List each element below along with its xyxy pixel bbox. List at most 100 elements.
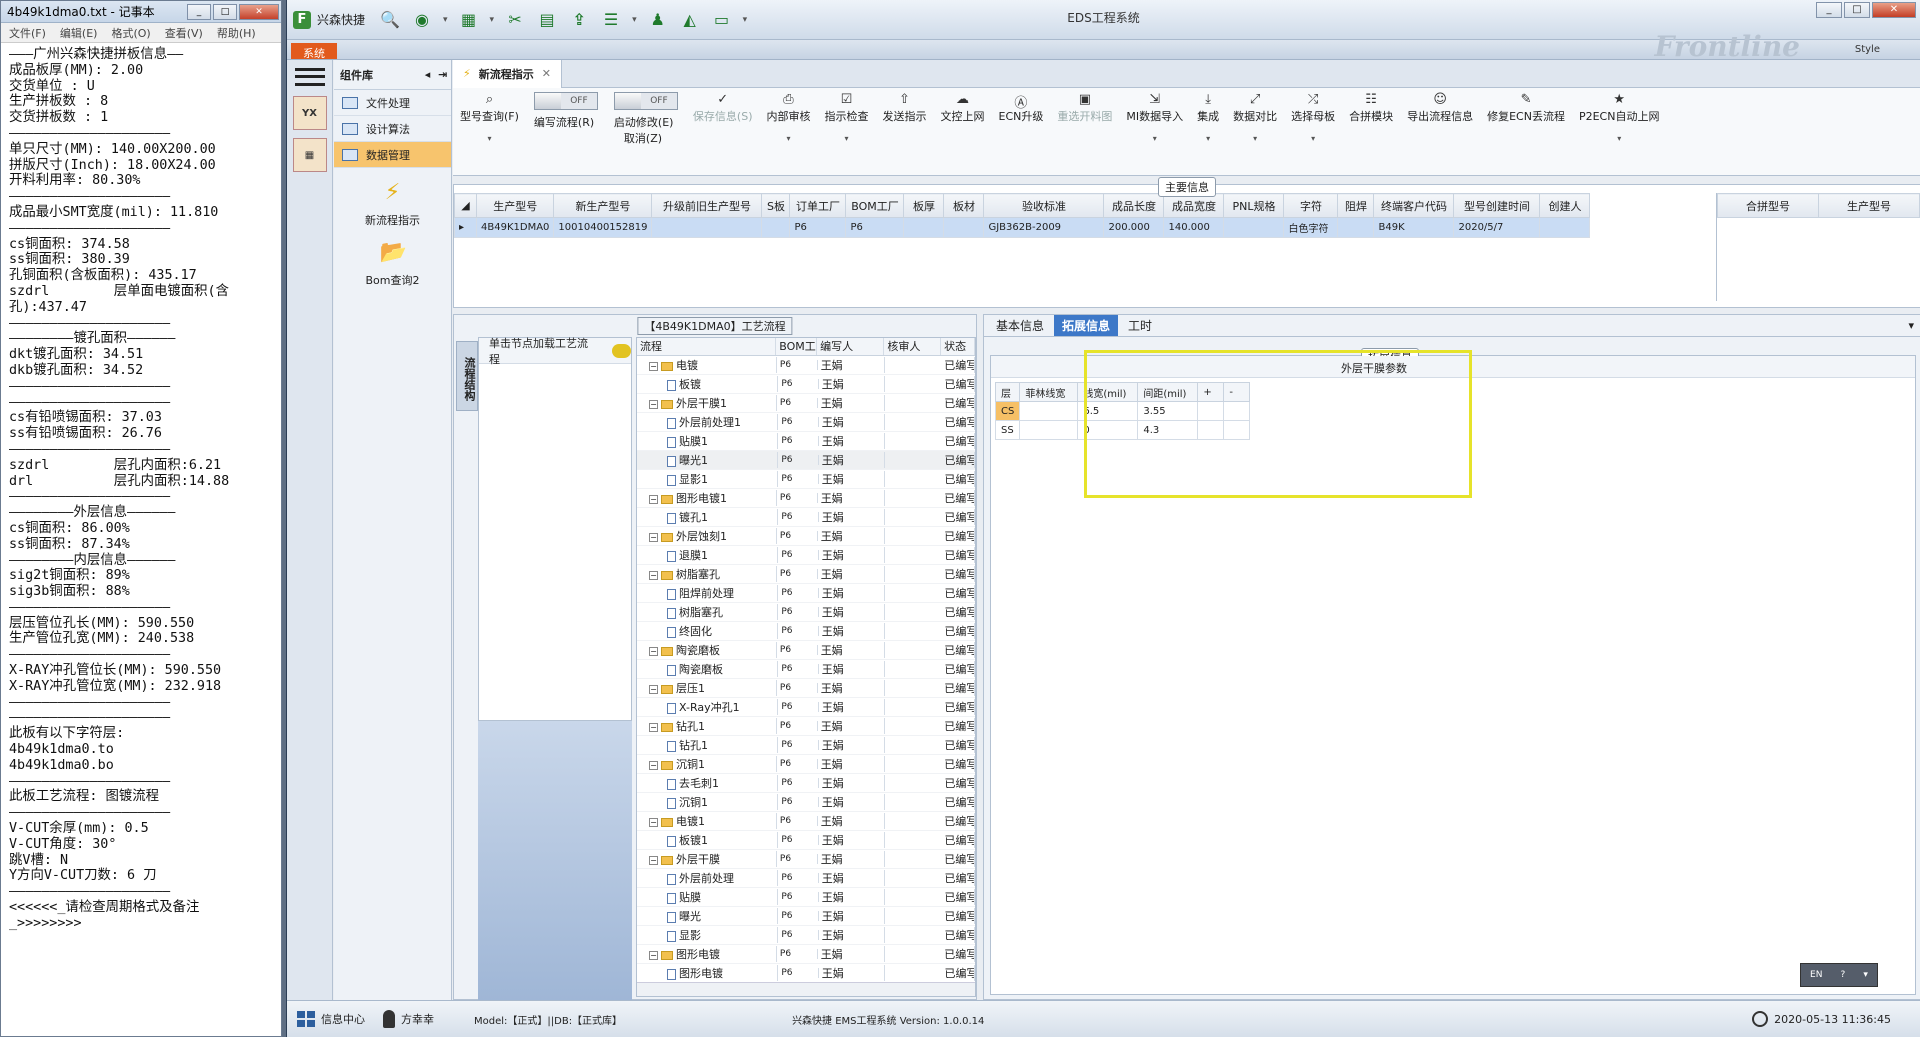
component-file[interactable]: 文件处理 (334, 90, 451, 116)
tree-node[interactable]: 贴膜 (637, 889, 779, 905)
close-button[interactable]: ✕ (1872, 2, 1916, 18)
tab-new-process[interactable]: ⚡ 新流程指示 ✕ (453, 59, 562, 88)
tree-row[interactable]: 曝光1 P6 王娟 已编写 (637, 451, 975, 470)
tree-node[interactable]: 树脂塞孔 (637, 604, 779, 620)
save-info-button[interactable]: ✓ 保存信息(S) (686, 92, 760, 124)
tab-system[interactable]: 系统 (291, 43, 337, 60)
cell[interactable]: 200.000 (1103, 217, 1165, 238)
close-tab-icon[interactable]: ✕ (542, 67, 551, 80)
collapse-icon[interactable]: − (649, 399, 658, 409)
tree-node[interactable]: − 外层干膜1 (637, 395, 777, 411)
component-design[interactable]: 设计算法 (334, 116, 451, 142)
cell[interactable]: 白色字符 (1283, 217, 1339, 238)
col-header[interactable]: 板材 (943, 193, 985, 218)
cell[interactable]: 140.000 (1163, 217, 1225, 238)
cell[interactable]: 2020/5/7 (1453, 217, 1541, 238)
collapse-icon[interactable]: − (649, 570, 658, 580)
collapse-icon[interactable]: − (649, 494, 658, 504)
tree-row[interactable]: − 图形电镀1 P6 王娟 已编写 (637, 489, 975, 508)
col-header[interactable]: 型号创建时间 (1453, 193, 1541, 218)
tree-node[interactable]: 去毛刺1 (637, 775, 779, 791)
ecn-upgrade-button[interactable]: Ⓐ ECN升级 (992, 92, 1051, 124)
tree-row[interactable]: − 钻孔1 P6 王娟 已编写 (637, 717, 975, 736)
tab-extended-info[interactable]: 拓展信息 (1054, 315, 1119, 336)
tree-row[interactable]: 阻焊前处理 P6 王娟 已编写 (637, 584, 975, 603)
tree-node[interactable]: 钻孔1 (637, 737, 779, 753)
calculator-icon[interactable]: ▦ (292, 138, 327, 172)
new-process-item[interactable]: ⚡ 新流程指示 (334, 180, 451, 228)
tree-row[interactable]: 镀孔1 P6 王娟 已编写 (637, 508, 975, 527)
node-hint-row[interactable]: 单击节点加载工艺流程 (479, 337, 631, 366)
film-icon[interactable]: ▤ (536, 10, 558, 30)
tree-row[interactable]: − 层压1 P6 王娟 已编写 (637, 679, 975, 698)
repair-ecn-button[interactable]: ✎ 修复ECN丢流程 (1480, 92, 1572, 124)
tree-row[interactable]: 贴膜1 P6 王娟 已编写 (637, 432, 975, 451)
tree-row[interactable]: X-Ray冲孔1 P6 王娟 已编写 (637, 698, 975, 717)
ext-cell[interactable]: SS (994, 420, 1021, 440)
select-master-button[interactable]: ⤮ 选择母板 ▾ (1284, 92, 1342, 143)
col-header[interactable]: 升级前旧生产型号 (651, 193, 763, 218)
tree-node[interactable]: − 外层干膜 (637, 851, 777, 867)
reselect-cutting-button[interactable]: ▣ 重选开料图 (1050, 92, 1119, 124)
tree-node[interactable]: 阻焊前处理 (637, 585, 779, 601)
tree-row[interactable]: − 图形电镀 P6 王娟 已编写 (637, 945, 975, 964)
col-header[interactable]: 终端客户代码 (1373, 193, 1455, 218)
merge-module-button[interactable]: ☷ 合拼模块 (1342, 92, 1400, 124)
tree-row[interactable]: 陶瓷磨板 P6 王娟 已编写 (637, 660, 975, 679)
tree-node[interactable]: 曝光1 (637, 452, 779, 468)
tree-node[interactable]: 板镀1 (637, 832, 779, 848)
collapse-icon[interactable]: − (649, 532, 658, 542)
chart-icon[interactable]: ◭ (679, 10, 701, 30)
cell[interactable]: 10010400152819 (553, 217, 653, 238)
tree-node[interactable]: − 沉铜1 (637, 756, 777, 772)
collapse-icon[interactable]: − (649, 855, 658, 865)
tree-node[interactable]: 显影 (637, 927, 779, 943)
col-header[interactable]: 阻焊 (1337, 193, 1375, 218)
maximize-button[interactable]: □ (1844, 2, 1870, 18)
instruction-check-button[interactable]: ☑ 指示检查 ▾ (818, 92, 876, 143)
tree-row[interactable]: 显影1 P6 王娟 已编写 (637, 470, 975, 489)
tree-row[interactable]: 终固化 P6 王娟 已编写 (637, 622, 975, 641)
tree-node[interactable]: − 钻孔1 (637, 718, 777, 734)
tree-node[interactable]: − 图形电镀 (637, 946, 777, 962)
tree-row[interactable]: − 沉铜1 P6 王娟 已编写 (637, 755, 975, 774)
cell[interactable]: B49K (1373, 217, 1455, 238)
tab-work-hours[interactable]: 工时 (1120, 315, 1160, 336)
tree-node[interactable]: − 陶瓷磨板 (637, 642, 777, 658)
minimize-button[interactable]: _ (1816, 2, 1842, 18)
tree-node[interactable]: 陶瓷磨板 (637, 661, 779, 677)
col-header[interactable]: 成品长度 (1103, 193, 1165, 218)
collapse-icon[interactable]: − (649, 760, 658, 770)
col-header[interactable]: 生产型号 (475, 193, 555, 218)
collapse-icon[interactable]: − (649, 950, 658, 960)
tree-row[interactable]: − 电镀 P6 王娟 已编写 (637, 356, 975, 375)
tree-node[interactable]: − 外层蚀刻1 (637, 528, 777, 544)
col-header[interactable]: 字符 (1283, 193, 1339, 218)
tree-node[interactable]: 曝光 (637, 908, 779, 924)
close-button[interactable]: ✕ (239, 3, 279, 20)
send-instruction-button[interactable]: ⇧ 发送指示 (876, 92, 934, 124)
cell[interactable] (651, 217, 763, 238)
hamburger-icon[interactable] (294, 66, 325, 88)
globe-icon[interactable]: ◉ (411, 10, 433, 30)
back-icon[interactable]: ◂ (425, 68, 431, 81)
tree-node[interactable]: − 树脂塞孔 (637, 566, 777, 582)
tree-row[interactable]: 退膜1 P6 王娟 已编写 (637, 546, 975, 565)
tree-row[interactable]: 板镀1 P6 王娟 已编写 (637, 831, 975, 850)
col-header[interactable]: BOM工厂 (845, 193, 905, 218)
mi-import-button[interactable]: ⇲ MI数据导入 ▾ (1119, 92, 1190, 143)
integrate-button[interactable]: ⤓ 集成 ▾ (1190, 92, 1226, 143)
collapse-icon[interactable]: − (649, 684, 658, 694)
tree-node[interactable]: 外层前处理1 (637, 414, 779, 430)
toggle-write-flow[interactable]: OFF 编写流程(R) (526, 92, 606, 130)
tree-node[interactable]: 沉铜1 (637, 794, 779, 810)
tree-row[interactable]: 显影 P6 王娟 已编写 (637, 926, 975, 945)
export-flow-button[interactable]: ☺ 导出流程信息 (1400, 92, 1480, 124)
col-header[interactable]: 创建人 (1539, 193, 1591, 218)
cell[interactable] (1539, 217, 1591, 238)
maximize-button[interactable]: □ (213, 3, 237, 20)
tree-row[interactable]: − 外层干膜1 P6 王娟 已编写 (637, 394, 975, 413)
tab-basic-info[interactable]: 基本信息 (988, 315, 1052, 336)
tree-row[interactable]: 曝光 P6 王娟 已编写 (637, 907, 975, 926)
menu-file[interactable]: 文件(F) (9, 25, 46, 41)
